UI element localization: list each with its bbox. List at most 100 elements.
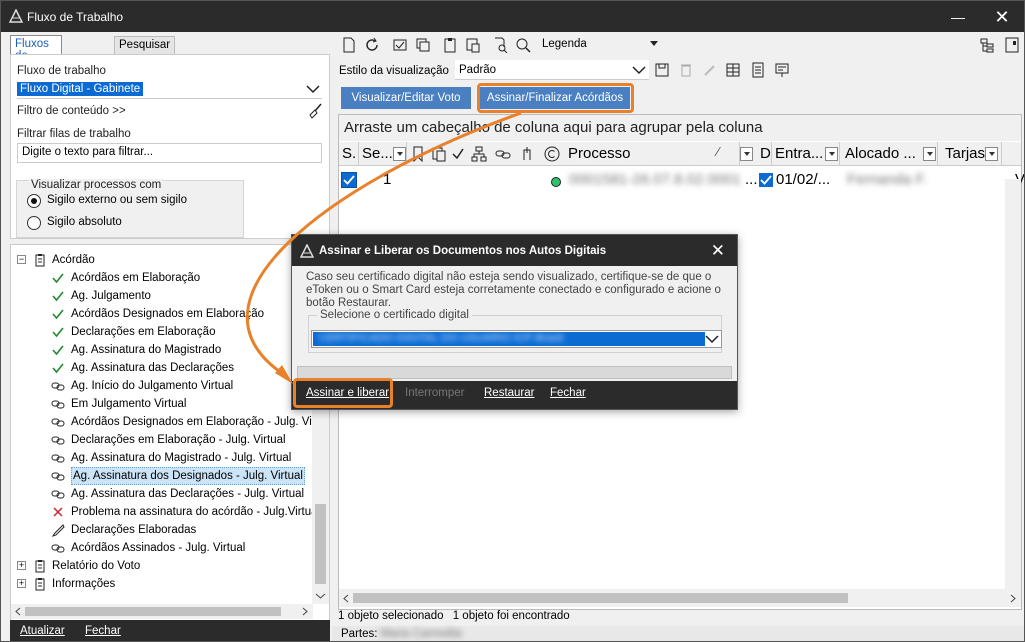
scroll-down-icon[interactable] (315, 592, 326, 600)
expand-toggle-icon[interactable]: + (17, 561, 26, 570)
check-icon (52, 327, 64, 338)
minimize-button[interactable]: — (945, 7, 971, 27)
link-icon (51, 400, 65, 409)
col-process-filter[interactable] (740, 147, 753, 161)
tab-search[interactable]: Pesquisar (114, 36, 176, 54)
grid-header: S. Se... Processo ⁄ D Entra... Alocado .… (339, 142, 1021, 166)
grid-horizontal-scrollbar[interactable] (339, 589, 1021, 607)
check-icon (52, 291, 64, 302)
update-button[interactable]: Atualizar (20, 625, 65, 637)
report-icon[interactable] (750, 62, 766, 78)
document-search-icon[interactable] (492, 37, 508, 53)
new-document-icon[interactable] (341, 37, 357, 53)
content-filter-link[interactable]: Filtro de conteúdo >> (17, 105, 126, 117)
tree-hscroll-thumb[interactable] (25, 607, 281, 616)
tree-item-label: Acórdãos Assinados - Julg. Virtual (71, 542, 246, 554)
legend-dropdown-icon[interactable] (650, 41, 658, 47)
broom-icon[interactable] (307, 103, 323, 119)
row-checkbox[interactable] (341, 172, 357, 188)
close-button[interactable]: ✕ (989, 7, 1015, 27)
panel-layout-icon[interactable] (1004, 37, 1020, 53)
workflow-tree: − Acórdão Acórdãos em Elaboração Ag. Julgam… (10, 244, 330, 622)
col-process[interactable]: Processo (565, 142, 740, 166)
export-icon[interactable] (774, 62, 790, 78)
save-icon[interactable] (654, 62, 670, 78)
col-s[interactable]: S. (339, 142, 359, 166)
col-entry-filter[interactable] (825, 147, 838, 161)
queue-filter-input[interactable]: Digite o texto para filtrar... (17, 143, 322, 163)
grid-hscroll-thumb[interactable] (353, 593, 848, 603)
certificate-select[interactable]: CERTIFICADO DIGITAL DO USUARIO ICP-Brasi… (311, 330, 722, 348)
row-d-checkbox[interactable] (759, 173, 773, 187)
dialog-close-icon[interactable]: ✕ (711, 241, 725, 261)
legend-label[interactable]: Legenda (542, 38, 587, 50)
check-icon (52, 273, 64, 284)
scroll-left-icon[interactable] (14, 607, 22, 616)
left-pane: Fluxos de trabalho Pesquisar Fluxo de tr… (2, 32, 331, 641)
status-found: 1 objeto foi encontrado (452, 610, 570, 622)
columns-icon[interactable] (725, 62, 741, 78)
status-selected: 1 objeto selecionado (338, 610, 444, 622)
hierarchy-icon[interactable] (471, 146, 487, 162)
link-icon (51, 472, 65, 481)
tree-item-label: Informações (52, 578, 116, 590)
clipboard-icon[interactable] (442, 37, 458, 53)
copy-icon[interactable] (415, 37, 431, 53)
check-icon[interactable] (451, 146, 465, 162)
col-seq-filter[interactable] (393, 147, 406, 161)
tree-item-label: Declarações em Elaboração (71, 326, 216, 338)
checklist-icon[interactable] (392, 37, 408, 53)
delete-icon (681, 64, 691, 77)
col-d[interactable]: D (757, 142, 772, 166)
scroll-left-icon[interactable] (342, 594, 350, 603)
tree-item-label: Acórdãos Designados em Elaboração - Julg… (71, 416, 330, 428)
workflow-label: Fluxo de trabalho (17, 65, 106, 77)
sort-indicator-icon: ⁄ (717, 144, 720, 159)
dialog-close-button[interactable]: Fechar (550, 387, 586, 399)
tree-scroll-thumb[interactable] (315, 504, 326, 584)
left-footer: Atualizar Fechar (10, 620, 330, 641)
scroll-right-icon[interactable] (1009, 594, 1017, 603)
radio-absolute-secrecy[interactable] (27, 216, 41, 230)
radio-external-secrecy-label: Sigilo externo ou sem sigilo (47, 194, 187, 206)
tab-workflows[interactable]: Fluxos de trabalho (10, 35, 62, 74)
row-allocated: Fernanda F. (847, 171, 928, 188)
zoom-icon[interactable] (515, 37, 531, 53)
check-icon (52, 345, 64, 356)
expand-toggle-icon[interactable]: + (17, 579, 26, 588)
link-icon[interactable] (495, 146, 511, 162)
link-icon (51, 436, 65, 445)
workflow-select[interactable]: Fluxo Digital - Gabinete (17, 80, 322, 99)
radio-external-secrecy[interactable] (27, 194, 41, 208)
scroll-right-icon[interactable] (301, 607, 309, 616)
tree-item-label: Acórdão (52, 254, 95, 266)
view-edit-vote-button[interactable]: Visualizar/Editar Voto (341, 87, 471, 109)
row-seq: 1 (383, 171, 392, 188)
bookmark-icon[interactable] (411, 146, 425, 162)
group-by-area[interactable]: Arraste um cabeçalho de coluna aqui para… (339, 115, 1021, 141)
interrupt-button[interactable]: Interromper (405, 387, 464, 399)
expand-toggle-icon[interactable]: − (17, 255, 26, 264)
link-icon (51, 454, 65, 463)
row-process[interactable]: 0001581-26.07.8.02.0001 (569, 170, 741, 190)
row-entry: 01/02/... (776, 171, 831, 188)
tree-item-label: Ag. Início do Julgamento Virtual (71, 380, 234, 392)
restore-button[interactable]: Restaurar (484, 387, 535, 399)
attach-icon[interactable] (519, 146, 535, 162)
tree-view-icon[interactable] (979, 37, 995, 53)
grid-vertical-scrollbar[interactable] (1005, 179, 1021, 589)
col-allocated-filter[interactable] (923, 147, 936, 161)
workflow-value: Fluxo Digital - Gabinete (17, 82, 144, 96)
certificate-value-text: CERTIFICADO DIGITAL DO USUARIO ICP-Brasi… (319, 332, 564, 344)
tree-horizontal-scrollbar[interactable] (11, 604, 313, 619)
parts-bar: Partes: Maria Carmelita (332, 626, 1024, 641)
refresh-icon[interactable] (364, 37, 380, 53)
paste-icon[interactable] (465, 37, 481, 53)
documents-icon[interactable] (431, 146, 447, 162)
copyright-icon[interactable] (543, 145, 561, 163)
col-tarjas-filter[interactable] (985, 147, 998, 161)
status-bar: 1 objeto selecionado 1 objeto foi encont… (338, 610, 570, 622)
dialog-message: Caso seu certificado digital não esteja … (306, 271, 721, 309)
left-close-button[interactable]: Fechar (85, 625, 121, 637)
view-style-select[interactable]: Padrão (455, 60, 649, 80)
